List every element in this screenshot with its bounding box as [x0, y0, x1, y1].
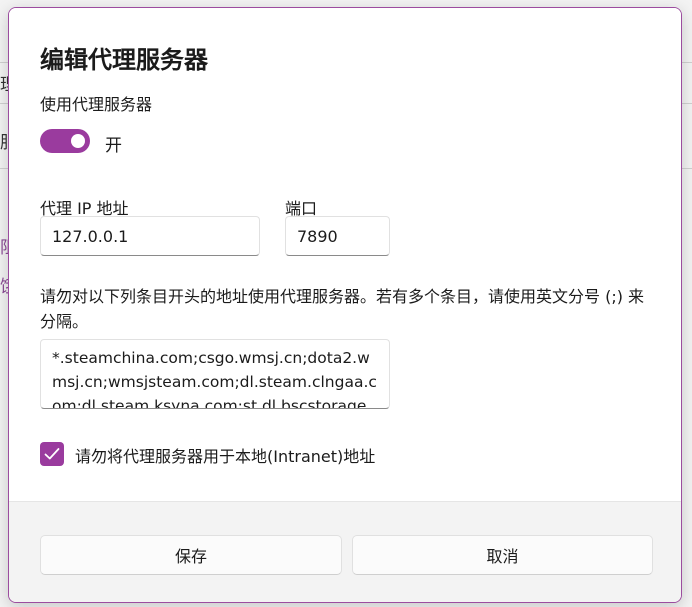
edit-proxy-dialog: 编辑代理服务器 使用代理服务器 开 代理 IP 地址 端口 127.0.0.1 …	[8, 7, 682, 603]
proxy-ip-input[interactable]: 127.0.0.1	[40, 216, 260, 256]
exceptions-description: 请勿对以下列条目开头的地址使用代理服务器。若有多个条目，请使用英文分号 (;) …	[40, 287, 645, 331]
use-proxy-toggle[interactable]	[40, 129, 90, 153]
proxy-ip-value: 127.0.0.1	[52, 226, 129, 246]
background-divider	[682, 168, 692, 169]
bypass-local-checkbox[interactable]	[40, 442, 64, 466]
bypass-local-label: 请勿将代理服务器用于本地(Intranet)地址	[75, 447, 376, 466]
cancel-button[interactable]: 取消	[352, 535, 653, 575]
background-divider	[682, 62, 692, 63]
exceptions-value: *.steamchina.com;csgo.wmsj.cn;dota2.wmsj…	[52, 349, 377, 409]
dialog-title: 编辑代理服务器	[40, 46, 208, 74]
dialog-content: 编辑代理服务器 使用代理服务器 开 代理 IP 地址 端口 127.0.0.1 …	[9, 8, 681, 504]
toggle-knob	[71, 134, 85, 148]
toggle-state-label: 开	[105, 136, 122, 156]
port-input[interactable]: 7890	[285, 216, 390, 256]
exceptions-textarea[interactable]: *.steamchina.com;csgo.wmsj.cn;dota2.wmsj…	[40, 339, 390, 409]
use-proxy-label: 使用代理服务器	[40, 95, 153, 114]
port-value: 7890	[297, 226, 338, 246]
save-button[interactable]: 保存	[40, 535, 342, 575]
checkmark-icon	[44, 448, 60, 460]
background-divider	[682, 103, 692, 104]
